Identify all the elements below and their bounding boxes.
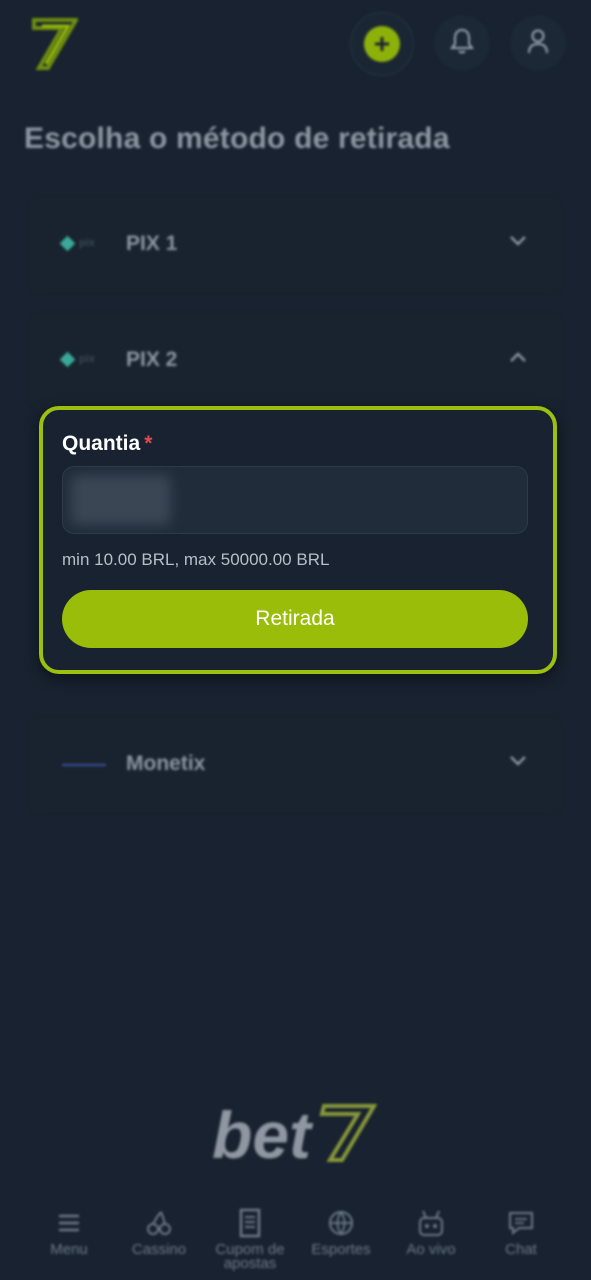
cherries-icon xyxy=(114,1207,204,1239)
method-pix-1[interactable]: pix PIX 1 xyxy=(28,196,563,294)
plus-icon xyxy=(364,26,400,62)
monetix-logo-icon xyxy=(62,764,106,766)
notifications-button[interactable] xyxy=(434,15,490,71)
nav-chat[interactable]: Chat xyxy=(476,1207,566,1257)
method-pix-2[interactable]: pix PIX 2 xyxy=(28,312,563,410)
method-monetix[interactable]: Monetix xyxy=(28,716,563,814)
required-mark: * xyxy=(144,432,153,455)
ball-icon xyxy=(296,1207,386,1239)
pix-logo-icon: pix xyxy=(59,351,95,367)
method-label: PIX 1 xyxy=(126,232,178,255)
user-icon xyxy=(526,27,550,60)
nav-cupom[interactable]: Cupom de apostas xyxy=(205,1207,295,1271)
nav-esportes[interactable]: Esportes xyxy=(296,1207,386,1257)
masked-amount-value xyxy=(71,475,171,525)
menu-icon xyxy=(24,1207,114,1239)
withdrawal-form: Quantia * min 10.00 BRL, max 50000.00 BRL… xyxy=(39,406,557,674)
top-header xyxy=(0,0,591,90)
amount-limits: min 10.00 BRL, max 50000.00 BRL xyxy=(62,550,330,569)
amount-label: Quantia * xyxy=(62,432,153,455)
bell-icon xyxy=(449,27,475,60)
method-label: Monetix xyxy=(126,752,206,775)
page-title: Escolha o método de retirada xyxy=(24,122,450,155)
live-icon xyxy=(386,1207,476,1239)
nav-menu[interactable]: Menu xyxy=(24,1207,114,1257)
chevron-up-icon[interactable] xyxy=(509,350,527,368)
receipt-icon xyxy=(205,1207,295,1239)
amount-input[interactable] xyxy=(62,466,528,534)
pix-logo-icon: pix xyxy=(59,235,95,251)
bottom-nav: Menu Cassino Cupom de apostas Esportes A… xyxy=(0,1195,591,1280)
chevron-down-icon[interactable] xyxy=(509,234,527,252)
profile-button[interactable] xyxy=(510,15,566,71)
chevron-down-icon[interactable] xyxy=(509,754,527,772)
deposit-button[interactable] xyxy=(350,12,414,76)
bet7-logo-icon: bet xyxy=(212,1098,378,1172)
withdraw-button[interactable]: Retirada xyxy=(62,590,528,648)
brand-logo-icon[interactable] xyxy=(30,16,80,75)
chat-icon xyxy=(476,1207,566,1239)
svg-text:bet: bet xyxy=(212,1100,314,1162)
method-label: PIX 2 xyxy=(126,348,178,371)
nav-cassino[interactable]: Cassino xyxy=(114,1207,204,1257)
nav-ao-vivo[interactable]: Ao vivo xyxy=(386,1207,476,1257)
